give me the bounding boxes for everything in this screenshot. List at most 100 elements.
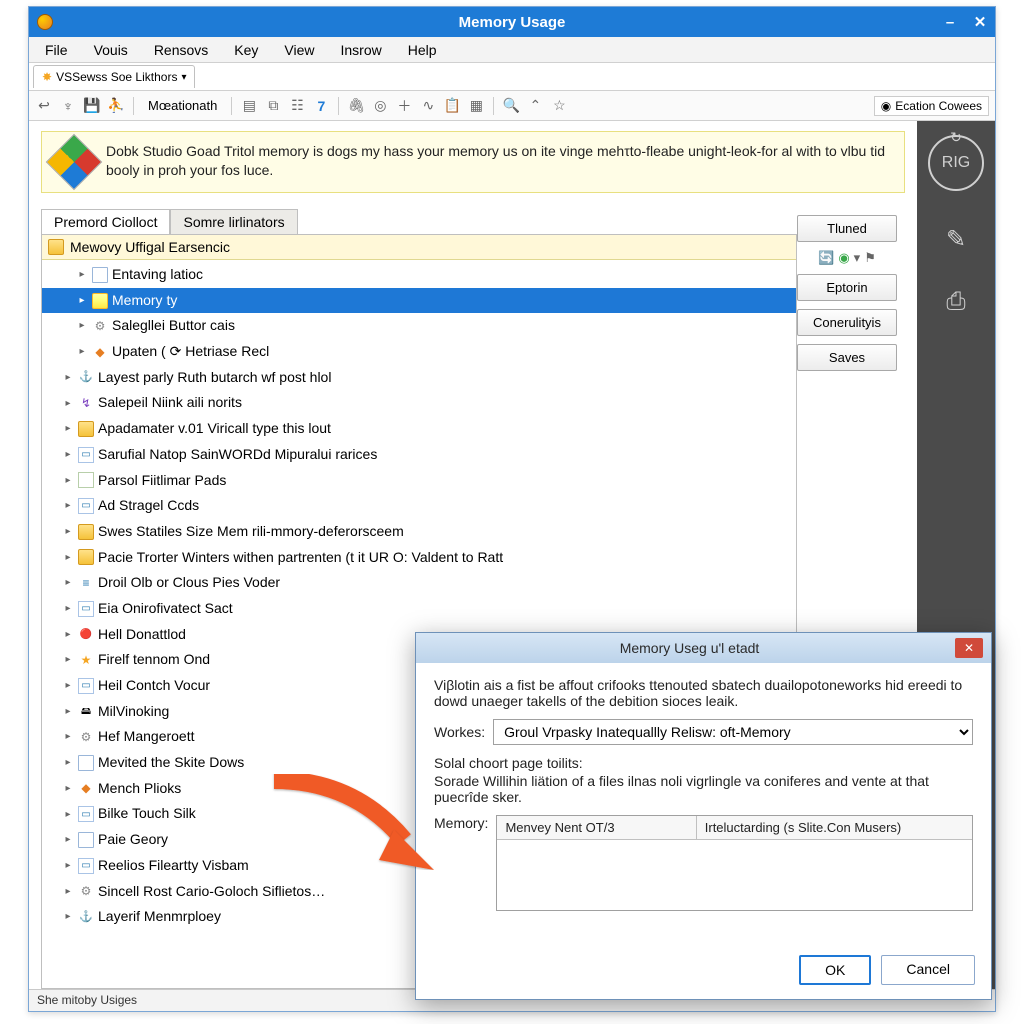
plus-icon[interactable]: ＋ bbox=[395, 97, 413, 115]
separator bbox=[231, 97, 232, 115]
copy-icon[interactable]: ⧉ bbox=[264, 97, 282, 115]
chevron-down-icon: ▾ bbox=[181, 72, 186, 83]
doc-icon bbox=[92, 267, 108, 283]
tree-item[interactable]: ▸Salegllei Buttor cais bbox=[42, 313, 796, 339]
tree-item-label: Firelf tennom Ond bbox=[98, 649, 210, 671]
memory-dialog: Memory Useg u'l etadt ✕ Viβlotin ais a f… bbox=[415, 632, 992, 1000]
nav-back-icon[interactable]: ↩ bbox=[35, 97, 53, 115]
menu-file[interactable]: File bbox=[35, 40, 78, 60]
expand-icon: ▸ bbox=[62, 729, 74, 745]
chevron-down-icon[interactable]: ▾ bbox=[854, 250, 861, 266]
save-icon[interactable]: 💾 bbox=[83, 97, 101, 115]
dialog-footer: OK Cancel bbox=[416, 945, 991, 999]
expand-icon: ▸ bbox=[62, 652, 74, 668]
edit-icon[interactable]: ✎ bbox=[946, 225, 966, 254]
document-tab[interactable]: ✸ VSSewss Soe Likthors ▾ bbox=[33, 65, 195, 88]
tree-item-label: Droil Olb or Clous Pies Voder bbox=[98, 572, 280, 594]
memory-table[interactable]: Menvey Nent OT/3 Irteluctarding (s Slite… bbox=[496, 815, 973, 911]
sub-text: Sorade Willihin liätion of a files ilnas… bbox=[434, 773, 973, 805]
expand-icon: ▸ bbox=[62, 781, 74, 797]
pin-icon[interactable]: ⎙ bbox=[946, 288, 965, 316]
saves-button[interactable]: Saves bbox=[797, 344, 897, 371]
toolbar-text-item[interactable]: Mœationath bbox=[142, 96, 223, 115]
tree-item-label: Sincell Rost Cario-Goloch Siflietos… bbox=[98, 881, 325, 903]
tree-item[interactable]: ▸ Droil Olb or Clous Pies Voder bbox=[42, 570, 796, 596]
attach-icon[interactable]: 🖇 bbox=[347, 97, 365, 115]
conerulity-button[interactable]: Conerulityis bbox=[797, 309, 897, 336]
star-icon: ✸ bbox=[42, 70, 52, 84]
tree-item[interactable]: ▸Layest parly Ruth butarch wf post hlol bbox=[42, 365, 796, 391]
rig-button[interactable]: RIG bbox=[928, 135, 984, 191]
expand-icon: ▸ bbox=[76, 293, 88, 309]
tree-item[interactable]: ▸Eia Onirofivatect Sact bbox=[42, 596, 796, 622]
tree-item[interactable]: ▸ Salepeil Niink aili norits bbox=[42, 390, 796, 416]
folder-icon bbox=[78, 524, 94, 540]
tree-item-label: Layerif Menmrploey bbox=[98, 906, 221, 928]
tree-item-label: Mench Plioks bbox=[98, 778, 181, 800]
tab-somre[interactable]: Somre lirlinators bbox=[170, 209, 297, 234]
chip-label: Ecation Cowees bbox=[895, 99, 982, 113]
refresh-mini-icon[interactable]: 🔄 bbox=[818, 250, 834, 266]
tree-item-label: Hell Donattlod bbox=[98, 624, 186, 646]
green-mini-icon[interactable]: ◉ bbox=[838, 250, 849, 266]
tree-item[interactable]: ▸Memory ty bbox=[42, 288, 796, 314]
menu-help[interactable]: Help bbox=[398, 40, 447, 60]
dialog-intro-text: Viβlotin ais a fist be affout crifooks t… bbox=[434, 677, 973, 709]
expand-icon: ▸ bbox=[62, 396, 74, 412]
close-button[interactable]: ✕ bbox=[965, 10, 995, 34]
expand-icon: ▸ bbox=[76, 267, 88, 283]
dialog-close-button[interactable]: ✕ bbox=[955, 638, 983, 658]
toolbar-right-chip[interactable]: ◉ Ecation Cowees bbox=[874, 96, 989, 116]
tree-item-label: Eia Onirofivatect Sact bbox=[98, 598, 233, 620]
tree-item[interactable]: ▸ Ad Stragel Ccds bbox=[42, 493, 796, 519]
tree-item-label: Layest parly Ruth butarch wf post hlol bbox=[98, 367, 331, 389]
menu-view[interactable]: View bbox=[274, 40, 324, 60]
tree-item[interactable]: ▸Parsol Fiitlimar Pads bbox=[42, 468, 796, 494]
expand-icon: ▸ bbox=[62, 575, 74, 591]
cube-icon bbox=[54, 142, 94, 182]
target-icon[interactable]: ◎ bbox=[371, 97, 389, 115]
tree-item[interactable]: ▸Swes Statiles Size Mem rili-mmory-defer… bbox=[42, 519, 796, 545]
tree-item[interactable]: ▸Entaving latioc bbox=[42, 262, 796, 288]
tab-premord[interactable]: Premord Ciolloct bbox=[41, 209, 170, 234]
tree-icon[interactable]: ♆ bbox=[59, 97, 77, 115]
tree-item[interactable]: ▸Sarufial Natop SainWORDd Mipuralui rari… bbox=[42, 442, 796, 468]
flag-mini-icon[interactable]: ⚑ bbox=[864, 250, 876, 266]
expand-icon: ▸ bbox=[62, 498, 74, 514]
cancel-button[interactable]: Cancel bbox=[881, 955, 975, 985]
clipboard-icon[interactable]: 📋 bbox=[443, 97, 461, 115]
eptorin-button[interactable]: Eptorin bbox=[797, 274, 897, 301]
wave-icon[interactable]: ∿ bbox=[419, 97, 437, 115]
paste-icon[interactable]: ☷ bbox=[288, 97, 306, 115]
menu-vouis[interactable]: Vouis bbox=[84, 40, 138, 60]
minimize-button[interactable]: – bbox=[935, 10, 965, 34]
tree-item[interactable]: ▸Upaten ( ⟳ Hetriase Recl bbox=[42, 339, 796, 365]
menu-key[interactable]: Key bbox=[224, 40, 268, 60]
tuned-button[interactable]: Tluned bbox=[797, 215, 897, 242]
star-outline-icon[interactable]: ☆ bbox=[550, 97, 568, 115]
ok-button[interactable]: OK bbox=[799, 955, 871, 985]
tree-item-label: Ad Stragel Ccds bbox=[98, 495, 199, 517]
expand-icon: ▸ bbox=[62, 755, 74, 771]
tree-header[interactable]: Mewovy Uffigal Earsencic bbox=[42, 235, 796, 260]
tree-item-label: Paie Geory bbox=[98, 829, 168, 851]
number-icon[interactable]: 7 bbox=[312, 97, 330, 115]
tree-item-label: Heil Contch Vocur bbox=[98, 675, 210, 697]
tree-item[interactable]: ▸Apadamater v.01 Viricall type this lout bbox=[42, 416, 796, 442]
document-tab-strip: ✸ VSSewss Soe Likthors ▾ bbox=[29, 63, 995, 91]
tree-item[interactable]: ▸Pacie Trorter Winters withen partrenten… bbox=[42, 545, 796, 571]
tree-item-label: Swes Statiles Size Mem rili-mmory-defero… bbox=[98, 521, 404, 543]
tree-item-label: Salegllei Buttor cais bbox=[112, 315, 235, 337]
works-select[interactable]: Groul Vrpasky Inatequallly Relisw: oft-M… bbox=[493, 719, 973, 745]
menu-rensovs[interactable]: Rensovs bbox=[144, 40, 218, 60]
search-icon[interactable]: 🔍 bbox=[502, 97, 520, 115]
up-icon[interactable]: ⌃ bbox=[526, 97, 544, 115]
folder-icon bbox=[48, 239, 64, 255]
person-icon[interactable]: ⛹ bbox=[107, 97, 125, 115]
diamond-icon bbox=[92, 344, 108, 360]
doc-icon[interactable]: ▤ bbox=[240, 97, 258, 115]
tree-item-label: Salepeil Niink aili norits bbox=[98, 392, 242, 414]
menu-insrow[interactable]: Insrow bbox=[331, 40, 392, 60]
grid-icon[interactable]: ▦ bbox=[467, 97, 485, 115]
expand-icon: ▸ bbox=[62, 807, 74, 823]
